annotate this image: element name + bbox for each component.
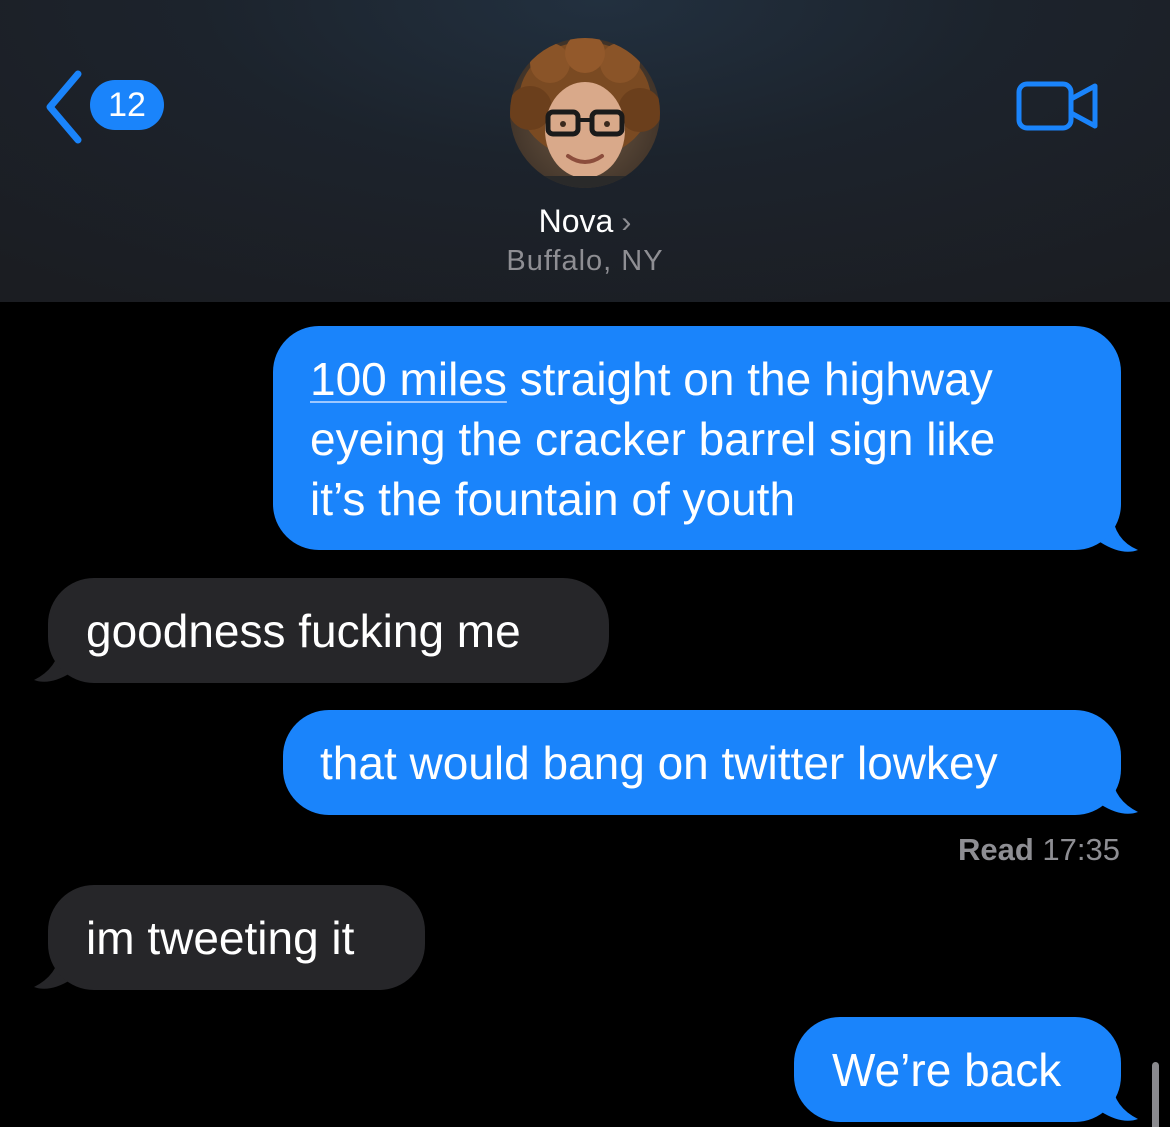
messages-app: 12 Nova › Buffalo, NY 100 miles straight… [0, 0, 1170, 1127]
message-line: eyeing the cracker barrel sign like [310, 413, 996, 465]
message-bubble-received[interactable]: goodness fucking me [48, 578, 609, 683]
contact-photo-image [510, 38, 660, 188]
message-link[interactable]: 100 miles [310, 353, 507, 405]
video-camera-icon[interactable] [1016, 80, 1100, 132]
message-line: it’s the fountain of youth [310, 473, 796, 525]
message-text: We’re back [832, 1044, 1062, 1096]
message-text: goodness fucking me [86, 605, 521, 657]
message-text: that would bang on twitter lowkey [320, 737, 998, 789]
contact-name: Nova [538, 203, 614, 239]
contact-details-link[interactable]: Nova › [0, 197, 1170, 247]
message-line: 100 miles straight on the highway [310, 353, 993, 405]
read-label: Read [957, 832, 1034, 867]
conversation-header: 12 Nova › Buffalo, NY [0, 0, 1170, 302]
scrollbar[interactable] [1152, 1062, 1159, 1127]
message-bubble-sent[interactable]: 100 miles straight on the highway eyeing… [273, 326, 1121, 550]
contact-location: Buffalo, NY [506, 245, 664, 277]
read-time: 17:35 [1042, 832, 1120, 867]
message-bubble-sent[interactable]: We’re back [794, 1017, 1121, 1122]
back-button[interactable]: 12 [44, 70, 174, 144]
contact-avatar[interactable] [510, 38, 660, 188]
chevron-left-icon [46, 70, 82, 144]
read-receipt: Read 17:35 [958, 830, 1120, 870]
chevron-right-icon: › [621, 206, 632, 239]
unread-count-badge: 12 [90, 80, 164, 130]
message-bubble-received[interactable]: im tweeting it [48, 885, 425, 990]
message-text: im tweeting it [86, 912, 355, 964]
message-bubble-sent[interactable]: that would bang on twitter lowkey [283, 710, 1121, 815]
